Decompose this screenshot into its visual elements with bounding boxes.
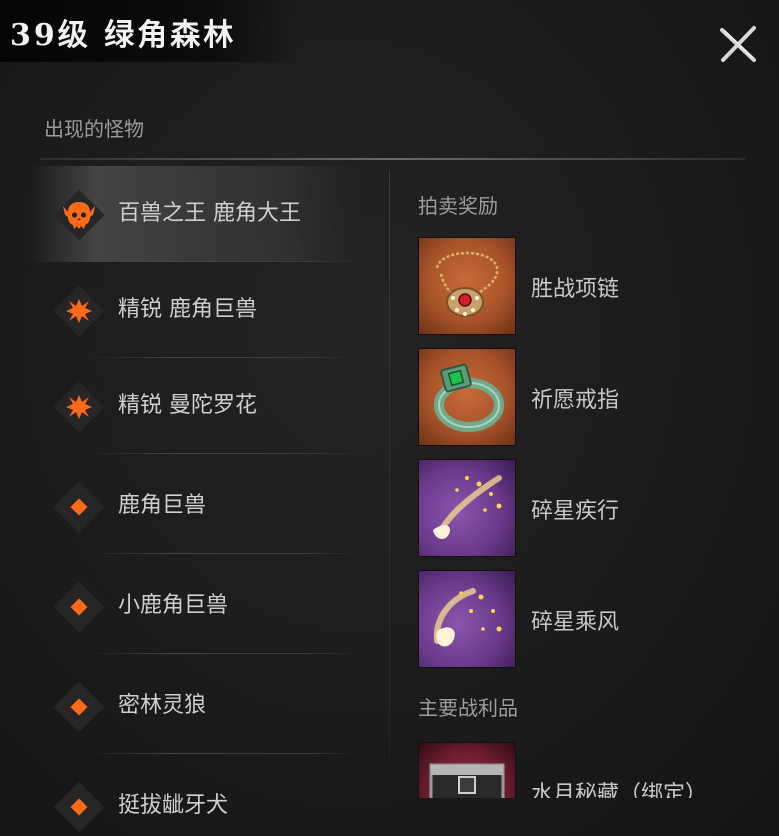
row-divider [90,453,360,454]
necklace-icon [435,251,499,317]
monster-name: 挺拔龇牙犬 [118,793,229,818]
column-divider [389,170,390,800]
monster-item[interactable]: 鹿角巨兽 [30,458,360,554]
monster-item[interactable]: 百兽之王 鹿角大王 [30,166,360,262]
monster-item[interactable]: 挺拔龇牙犬 [30,758,360,836]
normal-diamond-icon [70,798,88,816]
reward-thumbnail [418,237,516,335]
monster-item[interactable]: 精锐 鹿角巨兽 [30,262,360,358]
monster-rank-badge [52,580,106,634]
reward-item[interactable]: 水月秘藏（绑定） [418,742,758,798]
monster-name: 鹿角巨兽 [118,493,207,518]
monster-item[interactable]: 密林灵狼 [30,658,360,754]
close-button[interactable] [716,22,760,66]
reward-name: 水月秘藏（绑定） [531,782,708,798]
elite-star-icon [66,395,92,419]
reward-thumbnail [418,348,516,446]
reward-item[interactable]: 碎星疾行 [418,459,758,557]
monster-rank-badge [52,480,106,534]
monster-rank-badge [52,780,106,834]
loot-list: 水月秘藏（绑定） [390,730,779,798]
section-divider [40,158,745,160]
normal-diamond-icon [70,598,88,616]
reward-thumbnail [418,742,516,798]
normal-diamond-icon [70,698,88,716]
monster-name: 小鹿角巨兽 [118,593,229,618]
monster-list: 百兽之王 鹿角大王 精锐 鹿角巨兽 精锐 曼陀罗花 鹿角巨兽 小鹿角巨兽 密林灵… [30,166,360,836]
monster-rank-badge [52,284,106,338]
reward-name: 碎星乘风 [531,610,620,635]
monster-name: 精锐 曼陀罗花 [118,393,257,418]
elite-star-icon [66,299,92,323]
page-title: 39级 绿角森林 [10,18,237,53]
auction-section-title: 拍卖奖励 [418,194,498,218]
reward-name: 祈愿戒指 [531,388,620,413]
treasure-chest-icon [429,763,505,798]
monster-item[interactable]: 精锐 曼陀罗花 [30,358,360,454]
ring-icon [434,363,504,432]
loot-section-title: 主要战利品 [418,696,518,720]
reward-name: 胜战项链 [531,277,620,302]
monster-rank-badge [52,680,106,734]
row-divider [90,553,360,554]
monster-rank-badge [52,380,106,434]
close-icon [720,26,756,62]
shooting-star-icon [433,475,502,539]
reward-item[interactable]: 碎星乘风 [418,570,758,668]
monsters-section-title: 出现的怪物 [44,117,144,141]
reward-item[interactable]: 祈愿戒指 [418,348,758,446]
shooting-star-icon [433,588,502,647]
reward-thumbnail [418,459,516,557]
monster-name: 百兽之王 鹿角大王 [118,201,301,226]
normal-diamond-icon [70,498,88,516]
dungeon-info-panel: 39级 绿角森林 出现的怪物 百兽之王 鹿角大王 精锐 鹿角巨兽 精锐 曼陀罗花… [0,0,779,836]
reward-item[interactable]: 胜战项链 [418,237,758,335]
reward-name: 碎星疾行 [531,499,620,524]
row-divider [90,653,360,654]
monster-rank-badge [52,188,106,242]
monster-name: 密林灵狼 [118,693,207,718]
reward-thumbnail [418,570,516,668]
monster-item[interactable]: 小鹿角巨兽 [30,558,360,654]
boss-skull-icon [63,202,95,229]
row-divider [90,753,360,754]
monster-name: 精锐 鹿角巨兽 [118,297,257,322]
